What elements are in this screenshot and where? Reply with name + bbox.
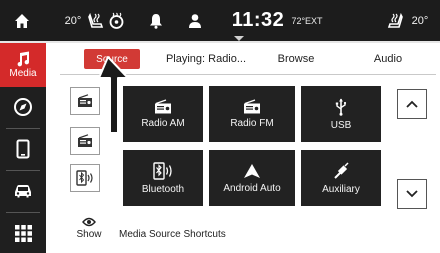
usb-icon [335, 98, 347, 116]
driver-temp[interactable]: 20° [62, 0, 84, 41]
sidebar-item-media[interactable]: Media [0, 43, 46, 87]
notification-bell-icon[interactable] [146, 0, 166, 41]
android-auto-icon [244, 163, 260, 178]
sidebar-item-navigation[interactable] [0, 87, 46, 127]
chevron-up-icon [406, 100, 418, 108]
heated-wheel-icon[interactable] [106, 0, 126, 41]
eye-icon [82, 217, 96, 227]
tile-label: Bluetooth [141, 183, 185, 195]
show-shortcuts-toggle[interactable]: Show [74, 217, 104, 251]
shortcuts-label: Media Source Shortcuts [119, 229, 226, 240]
tile-label: Radio FM [230, 118, 274, 129]
chevron-down-icon [406, 190, 418, 198]
passenger-temp[interactable]: 20° [408, 0, 432, 41]
tab-browse[interactable]: Browse [273, 49, 319, 69]
user-profile-icon[interactable] [185, 0, 205, 41]
bluetooth-audio-icon [153, 161, 172, 180]
bluetooth-audio-icon [76, 170, 93, 186]
tile-label: USB [330, 119, 352, 131]
source-radio-fm[interactable]: Radio FM [209, 86, 295, 142]
scroll-down-button[interactable] [397, 179, 427, 209]
sidebar-item-phone[interactable] [0, 129, 46, 169]
tab-playing[interactable]: Playing: Radio... [165, 49, 247, 69]
tile-label: Radio AM [141, 118, 185, 129]
music-note-icon [17, 51, 30, 67]
radio-icon [244, 99, 260, 114]
callout-arrow [98, 56, 129, 134]
radio-icon [78, 94, 92, 107]
shortcut-bluetooth[interactable] [70, 164, 100, 192]
media-screen: 20° 11:32 72°EXT 20° Media Source Playin… [0, 0, 440, 253]
clock: 11:32 [231, 9, 285, 31]
tile-label: Android Auto [223, 182, 281, 194]
sidebar: Media [0, 43, 46, 253]
scroll-up-button[interactable] [397, 89, 427, 119]
phone-icon [16, 139, 30, 159]
app-grid-icon [14, 224, 32, 242]
source-bluetooth[interactable]: Bluetooth [123, 150, 203, 206]
car-icon [15, 185, 31, 198]
passenger-heated-seat-icon[interactable] [384, 0, 406, 41]
tile-label: Auxiliary [322, 183, 360, 195]
home-icon[interactable] [8, 0, 36, 41]
sidebar-item-label: Media [9, 68, 37, 79]
source-android-auto[interactable]: Android Auto [209, 150, 295, 206]
exterior-temp: 72°EXT [291, 15, 323, 26]
show-label: Show [76, 229, 102, 240]
radio-icon [78, 134, 92, 147]
sidebar-item-apps[interactable] [0, 213, 46, 253]
source-auxiliary[interactable]: Auxiliary [301, 150, 381, 206]
pull-down-handle[interactable] [234, 36, 244, 41]
tab-audio[interactable]: Audio [368, 49, 408, 69]
heated-seat-icon[interactable] [86, 0, 106, 41]
compass-icon [14, 98, 32, 116]
radio-icon [155, 99, 171, 114]
source-usb[interactable]: USB [301, 86, 381, 142]
status-bar: 20° 11:32 72°EXT 20° [0, 0, 440, 43]
aux-cable-icon [334, 161, 349, 179]
sidebar-item-vehicle[interactable] [0, 171, 46, 211]
